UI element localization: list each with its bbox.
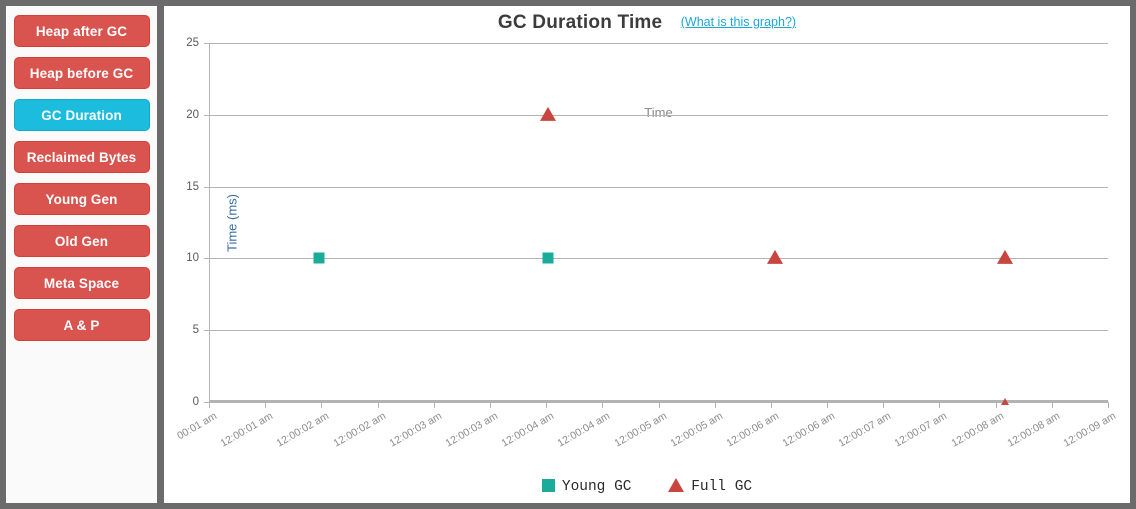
data-point-full-gc[interactable] [539, 106, 556, 121]
x-tick-mark [939, 402, 941, 408]
x-tick-mark [546, 402, 548, 408]
sidebar-item-gc-duration[interactable]: GC Duration [13, 99, 150, 131]
square-marker-icon [541, 479, 555, 492]
sidebar-item-a-and-p[interactable]: A & P [13, 309, 150, 341]
what-is-this-graph-link[interactable]: (What is this graph?) [681, 15, 796, 29]
sidebar-item-reclaimed-bytes[interactable]: Reclaimed Bytes [13, 141, 150, 173]
sidebar-item-old-gen[interactable]: Old Gen [13, 225, 150, 257]
x-tick-mark [377, 402, 379, 408]
x-tick-mark [827, 402, 829, 408]
legend-item-young-gc[interactable]: Young GC [541, 479, 632, 495]
y-axis-line [209, 43, 210, 402]
data-point-full-gc[interactable] [996, 250, 1013, 265]
legend-label-full-gc: Full GC [691, 479, 753, 495]
x-tick-mark [209, 402, 210, 408]
sidebar-item-young-gen[interactable]: Young Gen [13, 183, 150, 215]
y-tick-label: 15 [186, 180, 199, 193]
y-tick-mark [204, 186, 209, 188]
app-window: Heap after GC Heap before GC GC Duration… [6, 6, 1130, 503]
data-point-full-gc[interactable] [1000, 397, 1009, 405]
y-tick-mark [204, 330, 209, 332]
x-tick-mark [1108, 402, 1109, 408]
y-tick-mark [204, 114, 209, 116]
chart-panel: GC Duration Time (What is this graph?) T… [164, 6, 1130, 503]
data-point-young-gc[interactable] [313, 252, 325, 264]
x-tick-mark [883, 402, 885, 408]
x-axis-label: Time [644, 105, 673, 120]
legend-item-full-gc[interactable]: Full GC [668, 478, 752, 495]
chart-legend: Young GC Full GC [164, 478, 1130, 495]
sidebar-item-heap-before-gc[interactable]: Heap before GC [13, 57, 150, 89]
sidebar-item-heap-after-gc[interactable]: Heap after GC [13, 15, 150, 47]
x-tick-mark [489, 402, 491, 408]
page-title: GC Duration Time [497, 12, 663, 33]
plot-area: Time (ms) Time 0 5 10 15 20 25 00:01 am 12:00:0… [175, 37, 1118, 450]
x-tick-mark [433, 402, 435, 408]
y-gridline [209, 258, 1108, 260]
y-gridline [209, 186, 1108, 188]
x-tick-mark [714, 402, 716, 408]
sidebar: Heap after GC Heap before GC GC Duration… [6, 6, 164, 503]
y-tick-label: 10 [186, 252, 199, 265]
triangle-marker-icon [668, 478, 685, 492]
chart-header: GC Duration Time (What is this graph?) [164, 12, 1130, 34]
x-tick-mark [265, 402, 267, 408]
y-gridline [209, 330, 1108, 332]
y-axis-label: Time (ms) [224, 193, 240, 252]
legend-label-young-gc: Young GC [561, 479, 632, 495]
y-gridline [209, 43, 1108, 44]
y-tick-mark [204, 258, 209, 260]
data-point-young-gc[interactable] [542, 252, 554, 264]
y-tick-label: 5 [192, 324, 199, 337]
x-tick-mark [995, 402, 997, 408]
y-tick-label: 25 [186, 37, 199, 49]
x-tick-mark [1051, 402, 1053, 408]
x-tick-mark [658, 402, 660, 408]
y-gridline [209, 114, 1108, 116]
x-tick-mark [321, 402, 323, 408]
x-tick-mark [602, 402, 604, 408]
y-tick-label: 20 [186, 108, 199, 121]
data-point-full-gc[interactable] [767, 250, 784, 265]
y-tick-label: 0 [192, 396, 199, 408]
y-tick-mark [204, 43, 209, 44]
sidebar-item-meta-space[interactable]: Meta Space [13, 267, 150, 299]
x-tick-mark [770, 402, 772, 408]
